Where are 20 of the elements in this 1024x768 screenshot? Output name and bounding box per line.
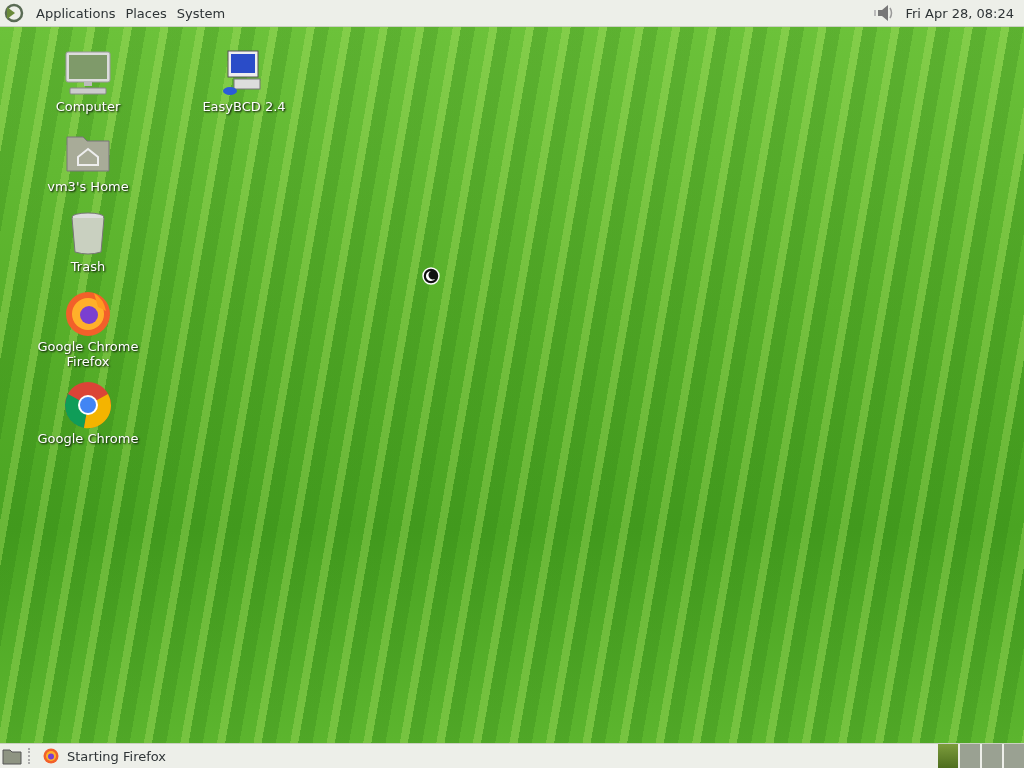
computer-icon[interactable] xyxy=(64,49,112,97)
icon-label[interactable]: Trash xyxy=(70,259,106,274)
icon-label[interactable]: EasyBCD 2.4 xyxy=(202,99,286,114)
workspace-button[interactable] xyxy=(938,744,958,768)
menu-item[interactable]: Places xyxy=(121,3,171,23)
clock[interactable]: Fri Apr 28, 08:24 xyxy=(905,5,1014,21)
icon-label[interactable]: vm3's Home xyxy=(47,179,129,194)
icon-label[interactable]: Google Chrome xyxy=(37,339,139,354)
icon-label[interactable]: Firefox xyxy=(66,354,110,369)
taskbar-button[interactable]: Starting Firefox xyxy=(39,746,171,766)
busy-cursor-icon xyxy=(422,267,440,285)
menu-item[interactable]: System xyxy=(172,3,230,23)
menu-item[interactable]: Applications xyxy=(32,3,120,23)
icon-label[interactable]: Google Chrome xyxy=(37,431,139,446)
icon-label[interactable]: Computer xyxy=(55,99,121,114)
folder-icon[interactable] xyxy=(2,747,22,765)
firefox-icon[interactable] xyxy=(64,289,112,337)
firefox-icon xyxy=(43,748,59,764)
logo-icon[interactable] xyxy=(4,3,24,23)
chrome-icon[interactable] xyxy=(64,381,112,429)
